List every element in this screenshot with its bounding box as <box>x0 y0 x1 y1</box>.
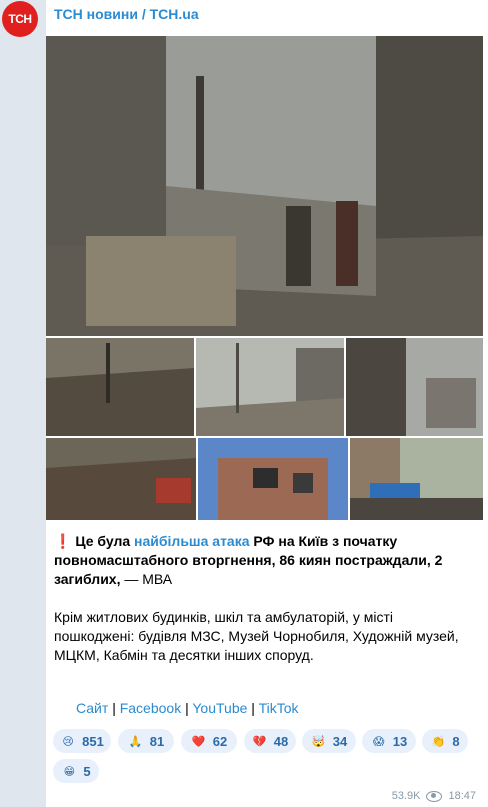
reaction-heart[interactable]: ❤️ 62 <box>181 729 237 753</box>
exclamation-icon: ❗ <box>54 533 72 549</box>
reaction-count: 81 <box>149 733 165 749</box>
thumbnail-photo[interactable] <box>196 338 344 436</box>
lead-source: — МВА <box>120 571 173 587</box>
reaction-count: 5 <box>83 763 91 779</box>
channel-title[interactable]: ТСН новини / TCH.ua <box>54 6 199 22</box>
reaction-scream[interactable]: 😱 13 <box>362 729 416 753</box>
social-links: Сайт | Facebook | YouTube | TikTok <box>76 700 299 716</box>
reaction-pray[interactable]: 🙏 81 <box>118 729 174 753</box>
reaction-crying[interactable]: 😢 851 <box>53 729 111 753</box>
reaction-count: 62 <box>212 733 228 749</box>
praying-hands-icon: 🙏 <box>128 735 143 748</box>
youtube-link[interactable]: YouTube <box>192 700 247 716</box>
link-separator: | <box>185 700 189 716</box>
reaction-exploding-head[interactable]: 🤯 34 <box>302 729 356 753</box>
thumbnail-photo[interactable] <box>350 438 483 520</box>
message-text: ❗ Це була найбільша атака РФ на Київ з п… <box>54 532 474 665</box>
message-lead: ❗ Це була найбільша атака РФ на Київ з п… <box>54 532 474 589</box>
reaction-grin[interactable]: 😁 5 <box>53 759 99 783</box>
clapping-hands-icon: 👏 <box>431 735 446 748</box>
screaming-face-icon: 😱 <box>373 735 385 748</box>
channel-avatar[interactable]: TCH <box>2 1 38 37</box>
tiktok-link[interactable]: TikTok <box>259 700 299 716</box>
eye-icon <box>426 790 443 802</box>
main-photo[interactable] <box>46 36 483 336</box>
message-time: 18:47 <box>448 790 476 802</box>
thumbnail-photo[interactable] <box>46 338 194 436</box>
thumbnail-photo[interactable] <box>46 438 196 520</box>
crying-face-icon: 😢 <box>62 735 74 748</box>
broken-heart-icon: 💔 <box>252 735 267 748</box>
lead-text-part1: Це була <box>75 533 135 549</box>
grinning-face-icon: 😁 <box>63 765 76 778</box>
lead-link[interactable]: найбільша атака <box>134 533 249 549</box>
avatar-logo-text: TCH <box>8 12 32 26</box>
view-count: 53.9K <box>391 790 421 802</box>
message-footer: 53.9K 18:47 <box>392 790 476 802</box>
site-link[interactable]: Сайт <box>76 700 108 716</box>
reaction-clap[interactable]: 👏 8 <box>422 729 468 753</box>
message-paragraph: Крім житлових будинків, шкіл та амбулато… <box>54 609 459 663</box>
reaction-count: 48 <box>273 733 289 749</box>
thumbnail-photo[interactable] <box>198 438 348 520</box>
reaction-broken-heart[interactable]: 💔 48 <box>244 729 296 753</box>
reaction-count: 34 <box>332 733 348 749</box>
link-separator: | <box>112 700 116 716</box>
facebook-link[interactable]: Facebook <box>120 700 181 716</box>
red-heart-icon: ❤️ <box>191 735 206 748</box>
exploding-head-icon: 🤯 <box>311 735 326 748</box>
link-separator: | <box>251 700 255 716</box>
reaction-count: 13 <box>392 733 408 749</box>
reaction-count: 851 <box>82 733 104 749</box>
thumbnail-photo[interactable] <box>346 338 483 436</box>
reaction-count: 8 <box>452 733 460 749</box>
